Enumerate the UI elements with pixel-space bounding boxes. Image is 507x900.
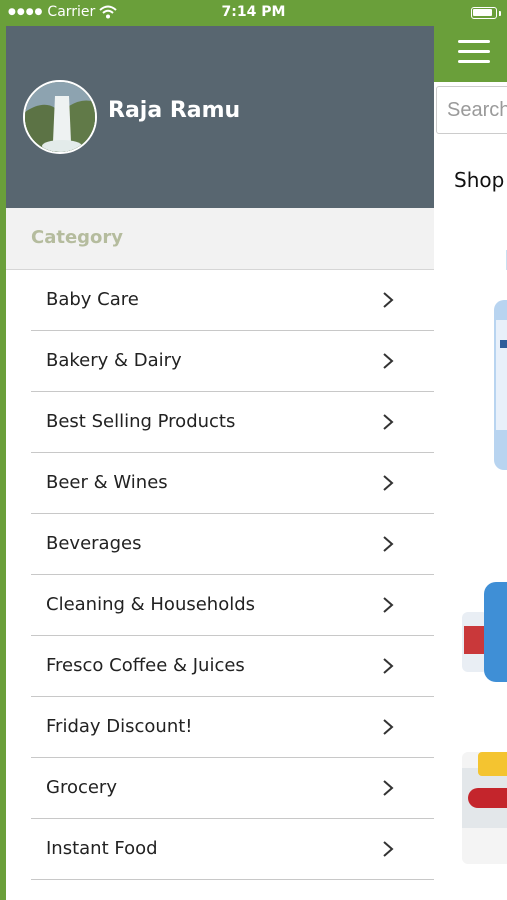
battery-icon bbox=[471, 7, 497, 19]
app-body: Search Shop I bbox=[434, 82, 507, 900]
chevron-right-icon bbox=[383, 475, 394, 491]
category-item-beverages[interactable]: Beverages bbox=[31, 514, 434, 575]
category-item-fresco-coffee-juices[interactable]: Fresco Coffee & Juices bbox=[31, 636, 434, 697]
product-image-paper-towels[interactable] bbox=[460, 748, 507, 868]
user-name: Raja Ramu bbox=[108, 98, 241, 123]
category-item-grocery[interactable]: Grocery bbox=[31, 758, 434, 819]
category-label: Bakery & Dairy bbox=[46, 350, 182, 371]
chevron-right-icon bbox=[383, 292, 394, 308]
category-label: Beer & Wines bbox=[46, 472, 168, 493]
category-label: Beverages bbox=[46, 533, 142, 554]
category-item-cleaning-households[interactable]: Cleaning & Households bbox=[31, 575, 434, 636]
chevron-right-icon bbox=[383, 841, 394, 857]
chevron-right-icon bbox=[383, 597, 394, 613]
avatar-waterfall-image bbox=[25, 82, 95, 152]
chevron-right-icon bbox=[383, 719, 394, 735]
category-label: Cleaning & Households bbox=[46, 594, 256, 615]
category-label: Best Selling Products bbox=[46, 411, 236, 432]
category-header: Category bbox=[6, 208, 434, 270]
category-item-beer-wines[interactable]: Beer & Wines bbox=[31, 453, 434, 514]
category-label: Grocery bbox=[46, 777, 117, 798]
chevron-right-icon bbox=[383, 780, 394, 796]
product-image-cleaning[interactable] bbox=[460, 542, 507, 702]
product-image-lotion[interactable] bbox=[460, 240, 507, 472]
category-item-friday-discount[interactable]: Friday Discount! bbox=[31, 697, 434, 758]
category-title: Category bbox=[31, 227, 124, 248]
status-bar: ●●●● Carrier 7:14 PM bbox=[0, 0, 507, 26]
hamburger-menu-icon[interactable] bbox=[458, 40, 490, 64]
category-item-best-selling[interactable]: Best Selling Products bbox=[31, 392, 434, 453]
category-label: Baby Care bbox=[46, 289, 139, 310]
navigation-drawer: Raja Ramu Category Baby Care Bakery & Da… bbox=[6, 26, 434, 900]
category-label: Friday Discount! bbox=[46, 716, 193, 737]
category-label: Instant Food bbox=[46, 838, 158, 859]
search-input[interactable]: Search bbox=[436, 86, 507, 134]
category-label: Fresco Coffee & Juices bbox=[46, 655, 245, 676]
chevron-right-icon bbox=[383, 353, 394, 369]
category-item-instant-food[interactable]: Instant Food bbox=[31, 819, 434, 880]
shop-heading: Shop I bbox=[454, 168, 507, 192]
chevron-right-icon bbox=[383, 414, 394, 430]
chevron-right-icon bbox=[383, 658, 394, 674]
status-time: 7:14 PM bbox=[221, 4, 286, 20]
battery-tip bbox=[499, 11, 501, 16]
category-item-baby-care[interactable]: Baby Care bbox=[31, 270, 434, 331]
chevron-right-icon bbox=[383, 536, 394, 552]
avatar[interactable] bbox=[23, 80, 97, 154]
category-list: Baby Care Bakery & Dairy Best Selling Pr… bbox=[6, 270, 434, 880]
category-item-bakery-dairy[interactable]: Bakery & Dairy bbox=[31, 331, 434, 392]
app-header bbox=[434, 26, 507, 82]
drawer-header: Raja Ramu bbox=[6, 26, 434, 208]
